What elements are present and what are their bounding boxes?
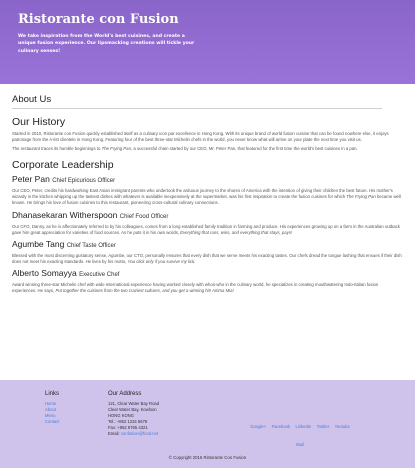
leader-bio: Our CEO, Peter, credits his hardworking … [12, 188, 403, 206]
history-emphasis: The Frying Pan [101, 146, 131, 152]
bio-emphasis: Everything that runs, wins, and everythi… [180, 229, 293, 235]
email-link[interactable]: confusion@food.net [121, 431, 158, 436]
bio-emphasis: You click only if you survive my lick. [127, 258, 196, 264]
leader-role: Chief Taste Officer [66, 242, 116, 249]
footer-links-heading: Links [45, 391, 60, 397]
site-footer: Links Home About Menu Contact Our Addres… [0, 380, 415, 468]
history-paragraph-1: Started in 2010, Ristorante con Fusion q… [12, 131, 389, 143]
hero-tagline: We take inspiration from the World's bes… [18, 34, 195, 54]
leader-card: Alberto Somayya Executive Chef Award win… [12, 268, 403, 294]
email-line: Email: confusion@food.net [108, 431, 228, 437]
history-paragraph-2: The restaurant traces its humble beginni… [12, 146, 403, 152]
leader-bio: Our CFO, Danny, as he is affectionately … [12, 224, 403, 236]
bio-text: Blessed with the most discerning gustato… [12, 252, 402, 264]
footer-address: Our Address 121, Clear Water Bay Road Cl… [108, 390, 228, 438]
history-text: The restaurant traces its humble beginni… [12, 146, 102, 152]
footer-links: Links Home About Menu Contact [45, 390, 100, 425]
leader-role: Chief Epicurious Officer [52, 178, 116, 185]
leader-role: Chief Food Officer [119, 213, 169, 220]
page-title: About Us [12, 84, 382, 109]
leader-card: Dhanasekaran Witherspoon Chief Food Offi… [12, 210, 403, 236]
linkedin-link[interactable]: LinkedIn [295, 424, 311, 429]
twitter-link[interactable]: Twitter [317, 424, 329, 429]
leader-heading: Alberto Somayya Executive Chef [12, 268, 403, 280]
youtube-link[interactable]: Youtube [335, 424, 350, 429]
social-links: Google+ Facebook LinkedIn Twitter Youtub… [240, 415, 360, 451]
leader-heading: Dhanasekaran Witherspoon Chief Food Offi… [12, 210, 403, 222]
leader-bio: Blessed with the most discerning gustato… [12, 253, 403, 265]
google-plus-link[interactable]: Google+ [250, 424, 266, 429]
leader-heading: Agumbe Tang Chief Taste Officer [12, 239, 403, 251]
leader-name: Peter Pan [12, 174, 50, 185]
history-text: , a successful chain started by our CEO,… [130, 146, 358, 152]
leader-bio: Award winning three-star Michelin chef w… [12, 282, 403, 294]
main-content: About Us Our History Started in 2010, Ri… [0, 84, 415, 294]
history-heading: Our History [12, 116, 66, 128]
leader-card: Agumbe Tang Chief Taste Officer Blessed … [12, 239, 403, 265]
leader-name: Agumbe Tang [12, 238, 65, 249]
email-label: Email: [108, 431, 121, 437]
mail-link[interactable]: Mail [296, 442, 304, 447]
facebook-link[interactable]: Facebook [272, 424, 290, 429]
restaurant-name: Ristorante con Fusion [18, 12, 179, 27]
leader-name: Dhanasekaran Witherspoon [12, 209, 118, 220]
leader-card: Peter Pan Chief Epicurious Officer Our C… [12, 174, 403, 206]
leadership-heading: Corporate Leadership [12, 159, 114, 172]
hero-banner: Ristorante con Fusion We take inspiratio… [0, 0, 415, 84]
leader-name: Alberto Somayya [12, 267, 77, 278]
leader-role: Executive Chef [79, 271, 120, 278]
copyright: © Copyright 2016 Ristorante Con Fusion [168, 455, 247, 460]
footer-address-heading: Our Address [108, 391, 142, 397]
bio-emphasis: Put together the cuisines from the two c… [55, 288, 234, 294]
bio-text: Our CEO, Peter, credits his hardworking … [12, 188, 393, 200]
bio-emphasis: The Frying Pan [346, 194, 376, 200]
leader-heading: Peter Pan Chief Epicurious Officer [12, 174, 403, 186]
footer-link-contact[interactable]: Contact [45, 419, 100, 425]
